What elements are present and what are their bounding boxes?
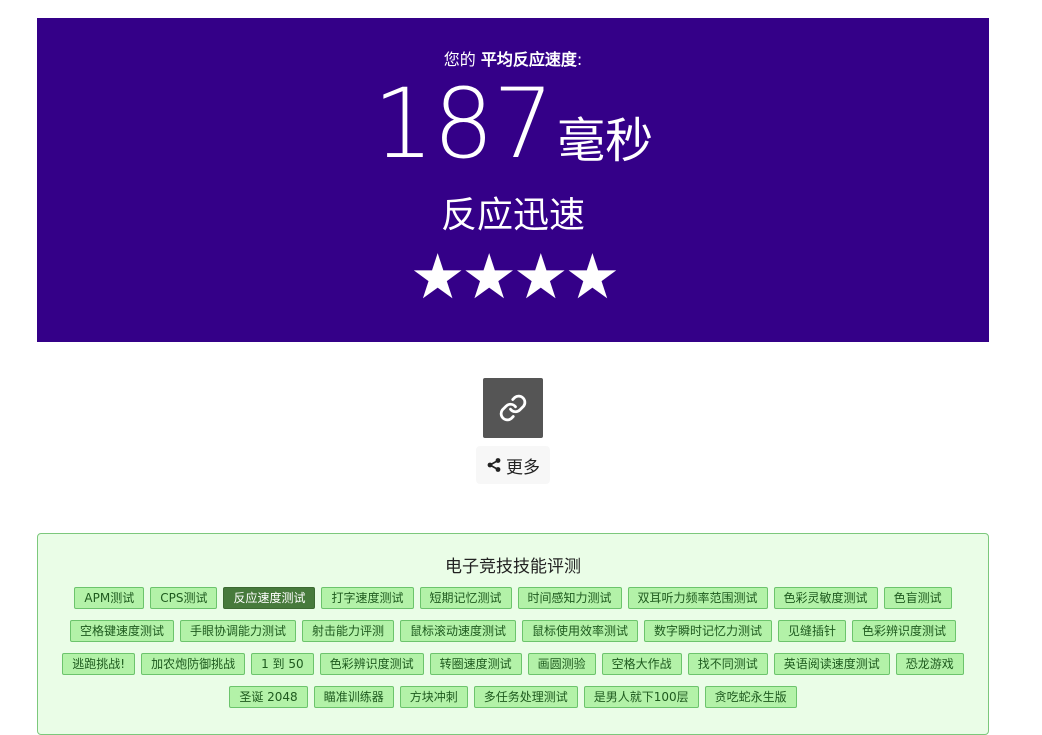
intro-prefix: 您的 [443, 50, 476, 69]
test-tag[interactable]: 色彩辨识度测试 [319, 653, 424, 675]
test-tag[interactable]: APM测试 [74, 587, 145, 609]
test-tag[interactable]: 双耳听力频率范围测试 [627, 587, 768, 609]
more-share-button[interactable]: 更多 [476, 446, 550, 484]
test-tag[interactable]: 色彩灵敏度测试 [773, 587, 878, 609]
result-intro: 您的 平均反应速度: [37, 46, 989, 70]
test-tag[interactable]: 短期记忆测试 [419, 587, 512, 609]
result-score: 187毫秒 [37, 76, 989, 172]
test-tag[interactable]: 转圈速度测试 [429, 653, 522, 675]
star-rating: ★★★★ [409, 240, 620, 313]
test-tag[interactable]: 时间感知力测试 [517, 587, 622, 609]
test-tag[interactable]: CPS测试 [150, 587, 218, 609]
test-tag[interactable]: 数字瞬时记忆力测试 [644, 620, 773, 642]
test-tag[interactable]: 打字速度测试 [321, 587, 414, 609]
test-tag[interactable]: 是男人就下100层 [583, 686, 699, 708]
test-tag[interactable]: 画圆测验 [527, 653, 596, 675]
result-verdict: 反应迅速 [440, 195, 585, 236]
test-tag[interactable]: 鼠标滚动速度测试 [399, 620, 516, 642]
test-tag[interactable]: 方块冲刺 [399, 686, 468, 708]
share-icon [487, 458, 501, 472]
test-tag[interactable]: 多任务处理测试 [473, 686, 578, 708]
test-tag[interactable]: 圣诞 2048 [229, 686, 308, 708]
tag-row-3: 逃跑挑战! 加农炮防御挑战 1 到 50 色彩辨识度测试 转圈速度测试 画圆测验 空格大作战… [38, 653, 988, 675]
tag-row-4: 圣诞 2048 瞄准训练器 方块冲刺 多任务处理测试 是男人就下100层 贪吃蛇永生版 [38, 686, 988, 708]
test-tag[interactable]: 空格大作战 [601, 653, 682, 675]
test-tag[interactable]: 找不同测试 [687, 653, 768, 675]
test-tag[interactable]: 色彩辨识度测试 [852, 620, 957, 642]
score-value: 187 [372, 68, 554, 180]
test-tag[interactable]: 瞄准训练器 [313, 686, 394, 708]
test-tag[interactable]: 1 到 50 [251, 653, 314, 675]
test-tag[interactable]: 逃跑挑战! [62, 653, 136, 675]
link-icon [499, 394, 527, 422]
tests-title: 电子竞技技能评测 [445, 557, 581, 577]
tag-row-1: APM测试 CPS测试 反应速度测试 打字速度测试 短期记忆测试 时间感知力测试 双耳听力频… [38, 587, 988, 609]
test-tag[interactable]: 加农炮防御挑战 [141, 653, 246, 675]
copy-link-button[interactable] [483, 378, 543, 438]
test-tag[interactable]: 英语阅读速度测试 [773, 653, 890, 675]
intro-suffix: : [576, 50, 583, 69]
test-tag[interactable]: 贪吃蛇永生版 [704, 686, 797, 708]
score-unit: 毫秒 [557, 113, 654, 169]
test-tag[interactable]: 手眼协调能力测试 [179, 620, 296, 642]
test-tag[interactable]: 恐龙游戏 [895, 653, 964, 675]
test-tag[interactable]: 色盲测试 [883, 587, 952, 609]
more-label: 更多 [506, 457, 540, 478]
result-banner: 您的 平均反应速度: 187毫秒 反应迅速 ★★★★ [37, 18, 989, 342]
intro-metric: 平均反应速度 [480, 50, 577, 69]
test-tag[interactable]: 见缝插针 [778, 620, 847, 642]
skill-tests-panel: 电子竞技技能评测 APM测试 CPS测试 反应速度测试 打字速度测试 短期记忆测试 时间感… [37, 533, 989, 735]
test-tag[interactable]: 空格键速度测试 [69, 620, 174, 642]
tag-row-2: 空格键速度测试 手眼协调能力测试 射击能力评测 鼠标滚动速度测试 鼠标使用效率测试 数字瞬… [38, 620, 988, 642]
test-tag[interactable]: 反应速度测试 [223, 587, 316, 609]
test-tag[interactable]: 射击能力评测 [301, 620, 394, 642]
test-tag[interactable]: 鼠标使用效率测试 [522, 620, 639, 642]
